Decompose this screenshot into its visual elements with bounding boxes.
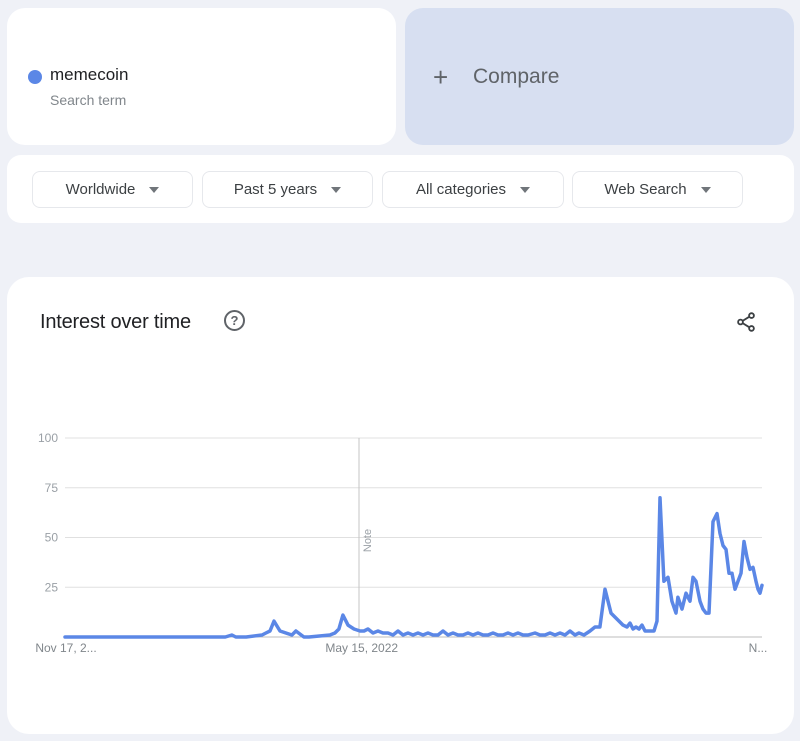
search-type-filter-label: Web Search: [604, 181, 687, 198]
category-filter-label: All categories: [415, 181, 507, 198]
compare-button[interactable]: + Compare: [405, 8, 794, 145]
category-filter-dropdown[interactable]: All categories: [382, 171, 564, 208]
compare-label: Compare: [473, 65, 560, 88]
share-icon[interactable]: [735, 311, 757, 333]
search-term-name[interactable]: memecoin: [50, 65, 128, 85]
search-type-filter-dropdown[interactable]: Web Search: [572, 171, 743, 208]
search-term-subtitle: Search term: [50, 92, 127, 108]
plus-icon: +: [433, 62, 449, 92]
region-filter-label: Worldwide: [65, 181, 136, 198]
filters-bar: Worldwide Past 5 years All categories We…: [7, 155, 794, 223]
help-circle-icon[interactable]: ?: [224, 310, 245, 331]
caret-down-icon: [331, 186, 342, 193]
caret-down-icon: [520, 186, 531, 193]
series-color-dot-icon: [28, 70, 42, 84]
region-filter-dropdown[interactable]: Worldwide: [32, 171, 193, 208]
interest-over-time-card: Interest over time ?: [7, 277, 794, 734]
time-range-filter-dropdown[interactable]: Past 5 years: [202, 171, 373, 208]
caret-down-icon: [700, 186, 711, 193]
search-term-card[interactable]: memecoin Search term: [7, 8, 396, 145]
chart-title: Interest over time: [40, 311, 191, 333]
caret-down-icon: [149, 186, 160, 193]
time-range-filter-label: Past 5 years: [233, 181, 318, 198]
